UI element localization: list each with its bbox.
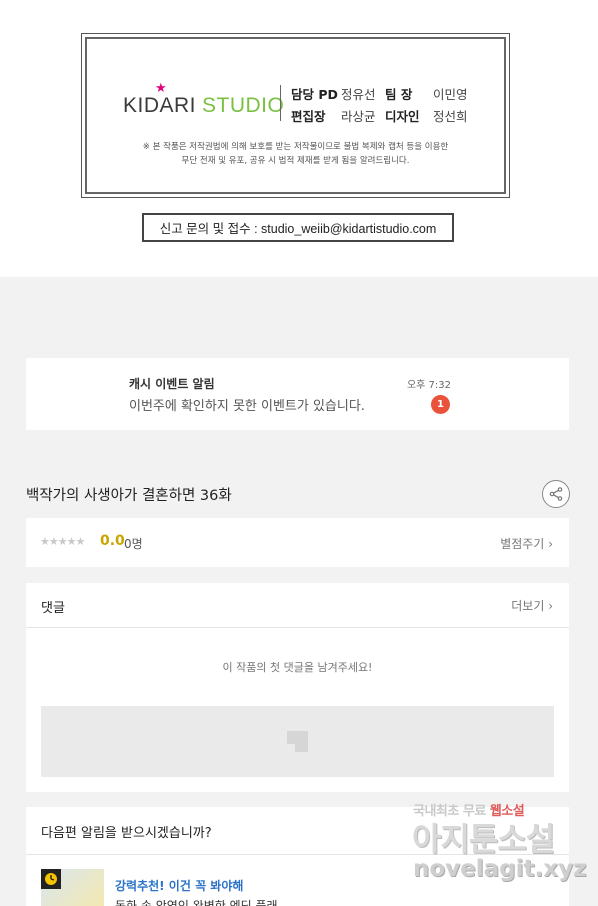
recommendation-description[interactable]: 동화 속 악역인 완벽한 엔딩 플래 [115,897,278,906]
credit-label: 담당 PD [291,87,338,102]
watermark-line3: novelagit.xyz [413,856,587,882]
chevron-right-icon: › [548,599,553,613]
notification-body: 이번주에 확인하지 못한 이벤트가 있습니다. [129,399,365,414]
rating-score: 0.0 [100,533,125,549]
copyright-notice: ※ 본 작품은 저작권법에 의해 보호를 받는 저작물이므로 불법 복제와 캡처… [87,140,504,168]
recommendation-title[interactable]: 강력추천! 이건 꼭 봐야해 [115,877,243,894]
credit-value: 라상균 [341,109,376,124]
notice-line: 무단 전재 및 유포, 공유 시 법적 제재를 받게 됨을 알려드립니다. [181,156,410,166]
rate-label: 별점주기 [500,537,545,551]
rating-count: 0명 [124,537,143,551]
episode-title: 백작가의 사생아가 결혼하면 36화 [26,488,232,504]
credit-value: 이민영 [433,87,468,102]
credit-row: 담당 PD 정유선 팀 장 이민영 [291,84,468,106]
site-watermark: 국내최초 무료 웹소설 아지툰소설 novelagit.xyz [409,798,587,898]
credit-label: 디자인 [385,109,420,124]
star-icon: ★ [155,80,168,95]
logo-sub-text: STUDIO [202,94,285,117]
credit-value: 정유선 [341,87,376,102]
comment-placeholder-icon [287,731,308,752]
comments-header: 댓글 더보기 › [26,583,569,628]
credit-label: 팀 장 [385,87,413,102]
share-icon [549,487,563,501]
kidari-studio-logo: ★ KIDARI STUDIO [123,80,285,118]
notification-card[interactable]: 캐시 이벤트 알림 이번주에 확인하지 못한 이벤트가 있습니다. 오후 7:3… [26,358,569,430]
share-button[interactable] [542,480,570,508]
notification-title: 캐시 이벤트 알림 [129,377,215,391]
comment-input-area[interactable] [41,706,554,777]
credit-value: 정선희 [433,109,468,124]
recommendation-thumbnail[interactable] [41,869,104,906]
star-rating-icon: ★★★★★ [40,535,85,548]
credit-box-inner: ★ KIDARI STUDIO 담당 PD 정유선 팀 장 이민영 편집장 라상… [85,37,506,194]
more-label: 더보기 [511,599,545,613]
report-contact: 신고 문의 및 접수 : studio_weiib@kidartistudio.… [142,213,454,242]
comments-card: 댓글 더보기 › 이 작품의 첫 댓글을 남겨주세요! [26,583,569,792]
credit-box: ★ KIDARI STUDIO 담당 PD 정유선 팀 장 이민영 편집장 라상… [81,33,510,198]
watermark-line2: 아지툰소설 [412,820,555,858]
rating-card: ★★★★★ 0.0 0명 별점주기 › [26,518,569,567]
comments-title: 댓글 [41,601,65,616]
credit-table: 담당 PD 정유선 팀 장 이민영 편집장 라상균 디자인 정선희 [291,84,468,128]
unread-badge: 1 [431,395,450,414]
logo-main-text: KIDARI [123,94,197,117]
chevron-right-icon: › [548,537,553,551]
credit-row: 편집장 라상균 디자인 정선희 [291,106,468,128]
next-alert-question: 다음편 알림을 받으시겠습니까? [41,826,212,841]
clock-icon [41,869,61,889]
notification-time: 오후 7:32 [406,380,451,391]
credit-label: 편집장 [291,109,326,124]
divider [280,85,281,121]
rate-button[interactable]: 별점주기 › [500,535,553,552]
empty-comments-message: 이 작품의 첫 댓글을 남겨주세요! [222,661,373,674]
notice-line: ※ 본 작품은 저작권법에 의해 보호를 받는 저작물이므로 불법 복제와 캡처… [142,142,449,152]
comments-more-link[interactable]: 더보기 › [511,597,553,614]
